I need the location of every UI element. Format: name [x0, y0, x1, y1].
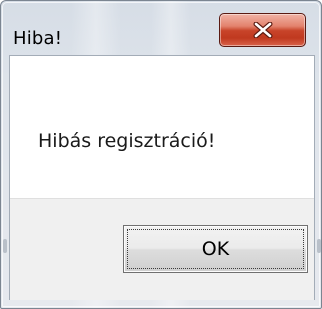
right-edge-grip [317, 239, 321, 253]
ok-button[interactable]: OK [123, 225, 308, 273]
dialog-body: Hibás regisztráció! OK [9, 55, 315, 300]
error-message: Hibás regisztráció! [38, 130, 216, 152]
button-bar: OK [10, 198, 314, 300]
close-icon [253, 22, 273, 38]
close-button[interactable] [219, 13, 306, 47]
left-edge-grip [3, 239, 7, 253]
window-frame: Hiba! Hibás regisztráció! OK [0, 0, 322, 309]
error-dialog: Hiba! Hibás regisztráció! OK [0, 0, 322, 309]
ok-button-label: OK [201, 238, 230, 260]
window-title: Hiba! [13, 28, 63, 49]
